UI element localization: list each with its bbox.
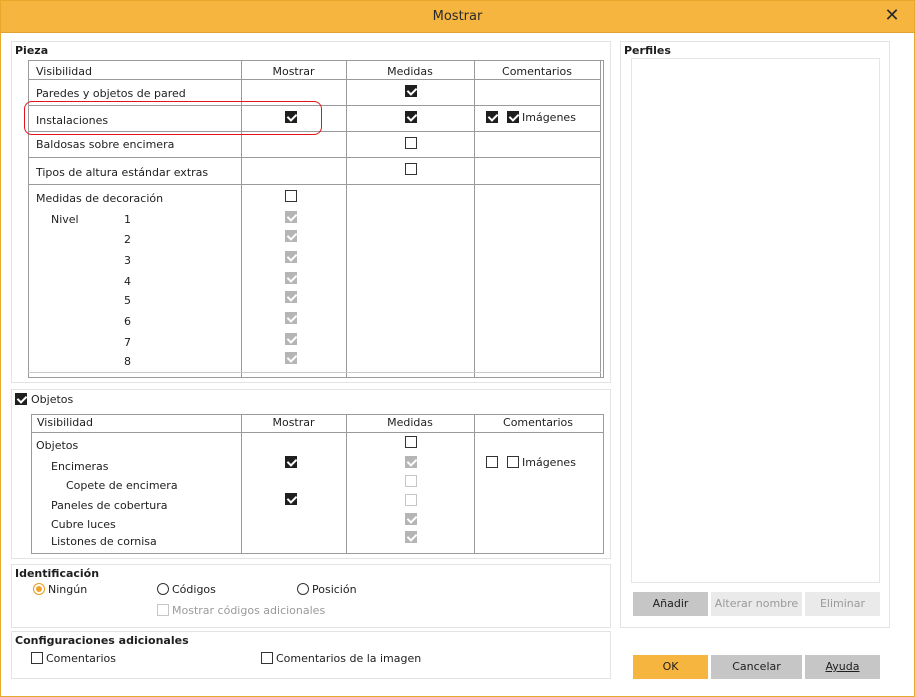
objetos-title: Objetos <box>31 393 74 406</box>
objetos-header-divider <box>31 432 604 433</box>
level-mostrar-checkbox <box>285 352 297 364</box>
comentarios-imagen-label: Comentarios de la imagen <box>276 652 422 665</box>
encimeras-medidas-checkbox <box>405 456 417 468</box>
pieza-header-visibilidad: Visibilidad <box>36 65 92 78</box>
pieza-header-divider <box>28 79 601 80</box>
objetos-col-divider <box>346 414 347 554</box>
pieza-title: Pieza <box>15 44 49 57</box>
objetos-row-paneles: Paneles de cobertura <box>51 499 168 512</box>
instalaciones-imagenes-checkbox[interactable] <box>507 111 519 123</box>
copete-medidas-checkbox <box>405 475 417 487</box>
row-label-paredes: Paredes y objetos de pared <box>36 87 186 100</box>
nivel-label: Nivel <box>51 213 79 226</box>
level-number: 7 <box>124 336 131 349</box>
level-mostrar-checkbox <box>285 230 297 242</box>
radio-posicion[interactable] <box>297 583 309 595</box>
encimeras-imagenes-checkbox[interactable] <box>507 456 519 468</box>
cancel-button[interactable]: Cancelar <box>711 655 802 679</box>
pieza-row-divider <box>28 184 601 185</box>
window-title: Mostrar <box>432 9 483 24</box>
instalaciones-highlight <box>24 101 322 135</box>
objetos-row-encimeras: Encimeras <box>51 460 109 473</box>
comentarios-checkbox[interactable] <box>31 652 43 664</box>
cubre-medidas-checkbox <box>405 513 417 525</box>
encimeras-comentarios-checkbox[interactable] <box>486 456 498 468</box>
pieza-bottom-line <box>28 372 601 373</box>
objetos-header-mostrar: Mostrar <box>272 416 315 429</box>
codigos-adicionales-label: Mostrar códigos adicionales <box>172 604 326 617</box>
help-button-label: Ayuda <box>825 660 860 673</box>
listones-medidas-checkbox <box>405 531 417 543</box>
level-number: 3 <box>124 254 131 267</box>
objetos-col-divider <box>474 414 475 554</box>
level-mostrar-checkbox <box>285 272 297 284</box>
row-label-decoracion: Medidas de decoración <box>36 192 164 205</box>
level-number: 1 <box>124 213 131 226</box>
paneles-mostrar-checkbox[interactable] <box>285 493 297 505</box>
level-mostrar-checkbox <box>285 333 297 345</box>
rename-profile-button[interactable]: Alterar nombre <box>711 592 802 616</box>
objetos-header-visibilidad: Visibilidad <box>37 416 93 429</box>
perfiles-title: Perfiles <box>624 44 671 57</box>
perfiles-list[interactable] <box>631 58 880 583</box>
objetos-row-copete: Copete de encimera <box>66 479 178 492</box>
decoracion-mostrar-checkbox[interactable] <box>285 190 297 202</box>
level-mostrar-checkbox <box>285 251 297 263</box>
identificacion-title: Identificación <box>15 567 100 580</box>
comentarios-label: Comentarios <box>46 652 116 665</box>
paredes-medidas-checkbox[interactable] <box>405 85 417 97</box>
help-button[interactable]: Ayuda <box>805 655 880 679</box>
paneles-medidas-checkbox <box>405 494 417 506</box>
delete-profile-button[interactable]: Eliminar <box>805 592 880 616</box>
objetos-section-checkbox[interactable] <box>15 393 27 405</box>
level-mostrar-checkbox <box>285 291 297 303</box>
pieza-header-mostrar: Mostrar <box>272 65 315 78</box>
pieza-col-divider <box>474 60 475 378</box>
objetos-header-comentarios: Comentarios <box>503 416 573 429</box>
objetos-row-listones: Listones de cornisa <box>51 535 157 548</box>
codigos-adicionales-checkbox <box>157 604 169 616</box>
instalaciones-imagenes-label: Imágenes <box>522 111 576 124</box>
objetos-row-objetos: Objetos <box>36 439 79 452</box>
identificacion-panel <box>11 564 611 628</box>
instalaciones-comentarios-checkbox[interactable] <box>486 111 498 123</box>
row-label-tipos: Tipos de altura estándar extras <box>36 166 209 179</box>
objetos-row-cubre: Cubre luces <box>51 518 116 531</box>
objetos-medidas-checkbox[interactable] <box>405 436 417 448</box>
level-number: 6 <box>124 315 131 328</box>
level-mostrar-checkbox <box>285 211 297 223</box>
pieza-col-divider <box>600 60 601 378</box>
close-icon[interactable]: ✕ <box>882 6 902 26</box>
radio-codigos[interactable] <box>157 583 169 595</box>
radio-posicion-label: Posición <box>312 583 357 596</box>
pieza-header-comentarios: Comentarios <box>502 65 572 78</box>
encimeras-mostrar-checkbox[interactable] <box>285 456 297 468</box>
row-label-baldosas: Baldosas sobre encimera <box>36 138 175 151</box>
level-number: 5 <box>124 294 131 307</box>
add-profile-button[interactable]: Añadir <box>633 592 708 616</box>
ok-button[interactable]: OK <box>633 655 708 679</box>
level-mostrar-checkbox <box>285 312 297 324</box>
radio-codigos-label: Códigos <box>172 583 216 596</box>
encimeras-imagenes-label: Imágenes <box>522 456 576 469</box>
level-number: 2 <box>124 233 131 246</box>
pieza-col-divider <box>346 60 347 378</box>
instalaciones-medidas-checkbox[interactable] <box>405 111 417 123</box>
comentarios-imagen-checkbox[interactable] <box>261 652 273 664</box>
level-number: 4 <box>124 275 131 288</box>
baldosas-medidas-checkbox[interactable] <box>405 137 417 149</box>
pieza-header-medidas: Medidas <box>387 65 433 78</box>
radio-ningun[interactable] <box>33 583 45 595</box>
mostrar-dialog: Mostrar ✕ Pieza Visibilidad Mostrar Medi… <box>0 0 915 697</box>
pieza-row-divider <box>28 157 601 158</box>
level-number: 8 <box>124 355 131 368</box>
radio-ningun-label: Ningún <box>48 583 88 596</box>
objetos-header-medidas: Medidas <box>387 416 433 429</box>
config-title: Configuraciones adicionales <box>15 634 189 647</box>
tipos-medidas-checkbox[interactable] <box>405 163 417 175</box>
objetos-col-divider <box>241 414 242 554</box>
title-bar: Mostrar ✕ <box>1 1 914 33</box>
